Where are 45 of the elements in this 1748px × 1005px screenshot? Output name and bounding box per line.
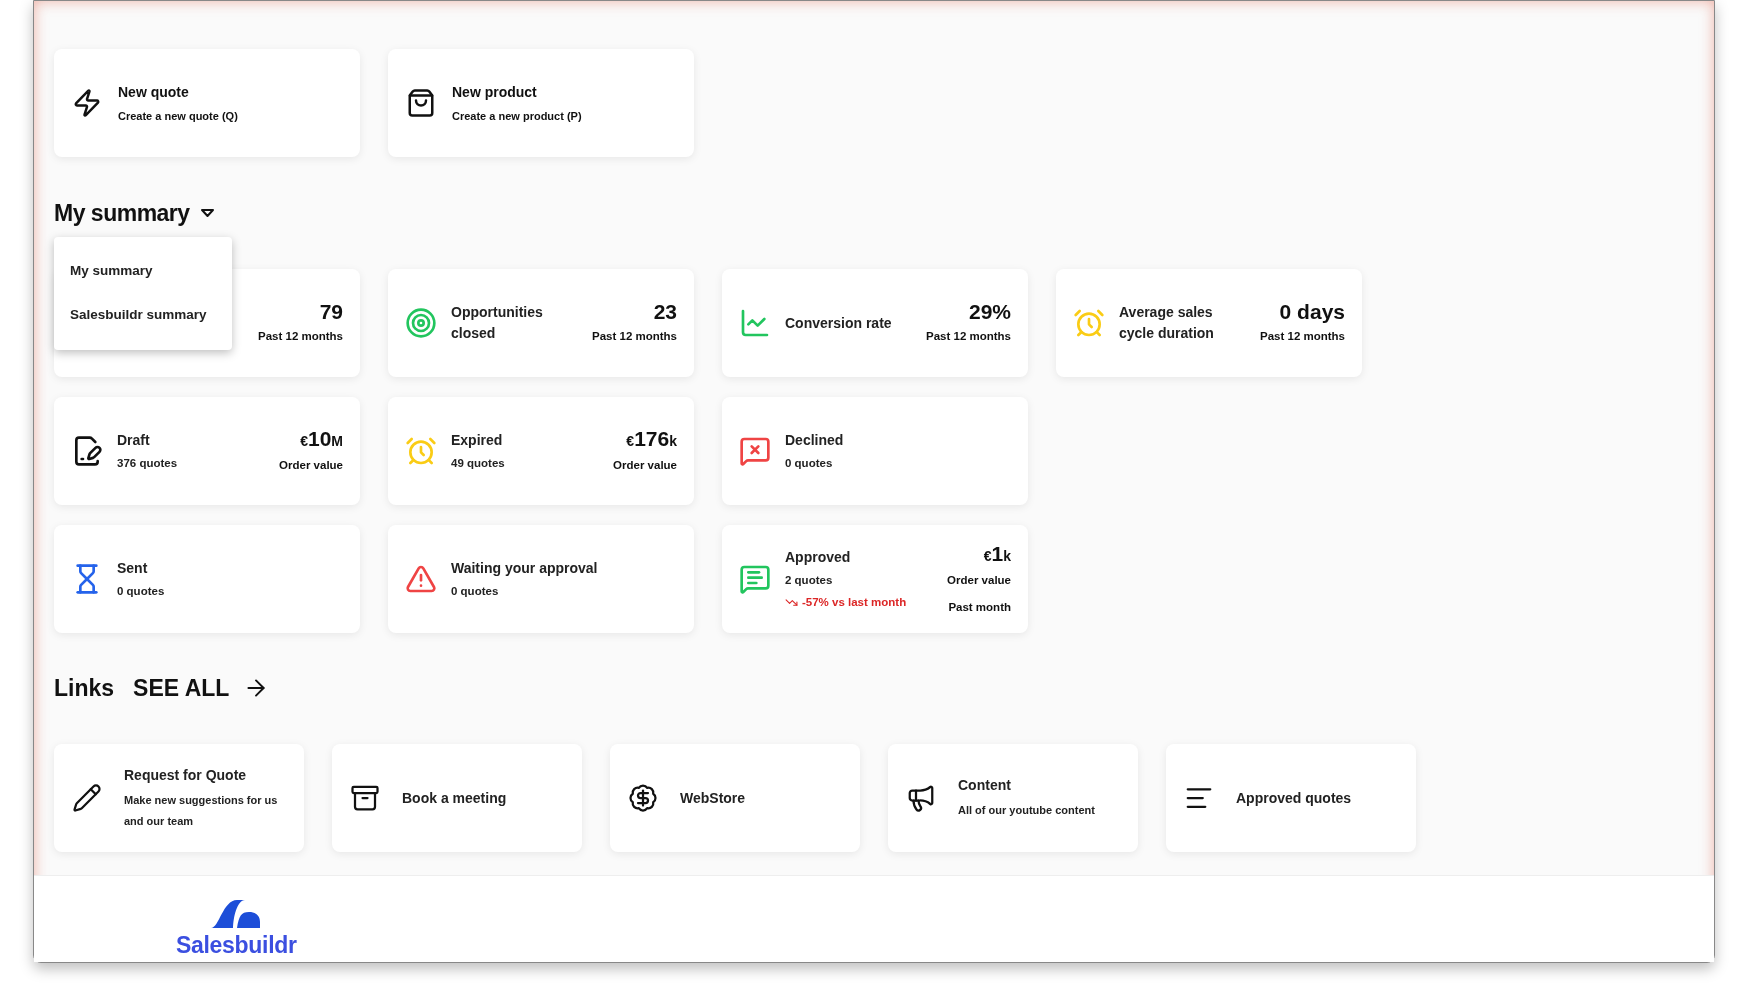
stat-title: Sent xyxy=(117,558,149,578)
stat-caption: Order value xyxy=(613,458,677,474)
stat-value: 0 days xyxy=(1279,300,1345,325)
stat-value: 23 xyxy=(653,300,677,325)
stat-caption: Order value xyxy=(279,458,343,474)
stat-value: €1k xyxy=(983,541,1011,567)
link-subtitle: All of our youtube content xyxy=(958,803,1095,818)
stat-caption: Past 12 months xyxy=(592,329,677,345)
summary-heading: My summary xyxy=(54,198,190,228)
link-title: WebStore xyxy=(680,788,746,808)
stat-caption: Past 12 months xyxy=(258,329,343,345)
stat-title: Draft xyxy=(117,430,151,450)
stat-value: 29% xyxy=(968,300,1011,325)
stat-title: Conversion rate xyxy=(785,313,893,333)
link-subtitle: Make new suggestions for us and our team xyxy=(124,792,279,829)
stat-title: Opportunities closed xyxy=(451,303,544,343)
stat-value: €176k xyxy=(626,427,677,453)
stat-subtitle: 49 quotes xyxy=(451,455,506,471)
trend-text: -57% vs last month xyxy=(802,594,907,610)
stat-subtitle: 376 quotes xyxy=(117,455,179,471)
stat-title: Average sales cycle duration xyxy=(1119,303,1215,343)
stat-title: Waiting your approval xyxy=(451,558,599,578)
link-title: Approved quotes xyxy=(1236,788,1352,808)
stat-subtitle: 0 quotes xyxy=(117,583,166,599)
stat-value: 79 xyxy=(319,300,343,325)
link-title: Book a meeting xyxy=(402,788,507,808)
link-title: Content xyxy=(958,776,1012,795)
stat-title: Expired xyxy=(451,430,504,450)
action-title: New quote xyxy=(118,82,190,102)
stat-caption: Past 12 months xyxy=(1260,329,1345,345)
action-subtitle: Create a new quote (Q) xyxy=(118,108,238,124)
stat-caption: Order value xyxy=(947,572,1011,588)
stat-title: Declined xyxy=(785,430,845,450)
stat-value: €10M xyxy=(300,427,343,453)
links-heading: Links xyxy=(54,673,115,703)
link-title: Request for Quote xyxy=(124,765,248,785)
stat-caption: Past 12 months xyxy=(926,329,1011,345)
stat-subtitle: 0 quotes xyxy=(785,455,834,471)
stat-subtitle: 2 quotes xyxy=(785,573,834,589)
stat-caption: Past month xyxy=(948,600,1011,615)
action-title: New product xyxy=(452,82,538,102)
action-subtitle: Create a new product (P) xyxy=(452,108,582,124)
logo-text: Salesbuildr xyxy=(176,932,297,958)
stat-title: Approved xyxy=(785,548,852,568)
stat-subtitle: 0 quotes xyxy=(451,583,500,599)
